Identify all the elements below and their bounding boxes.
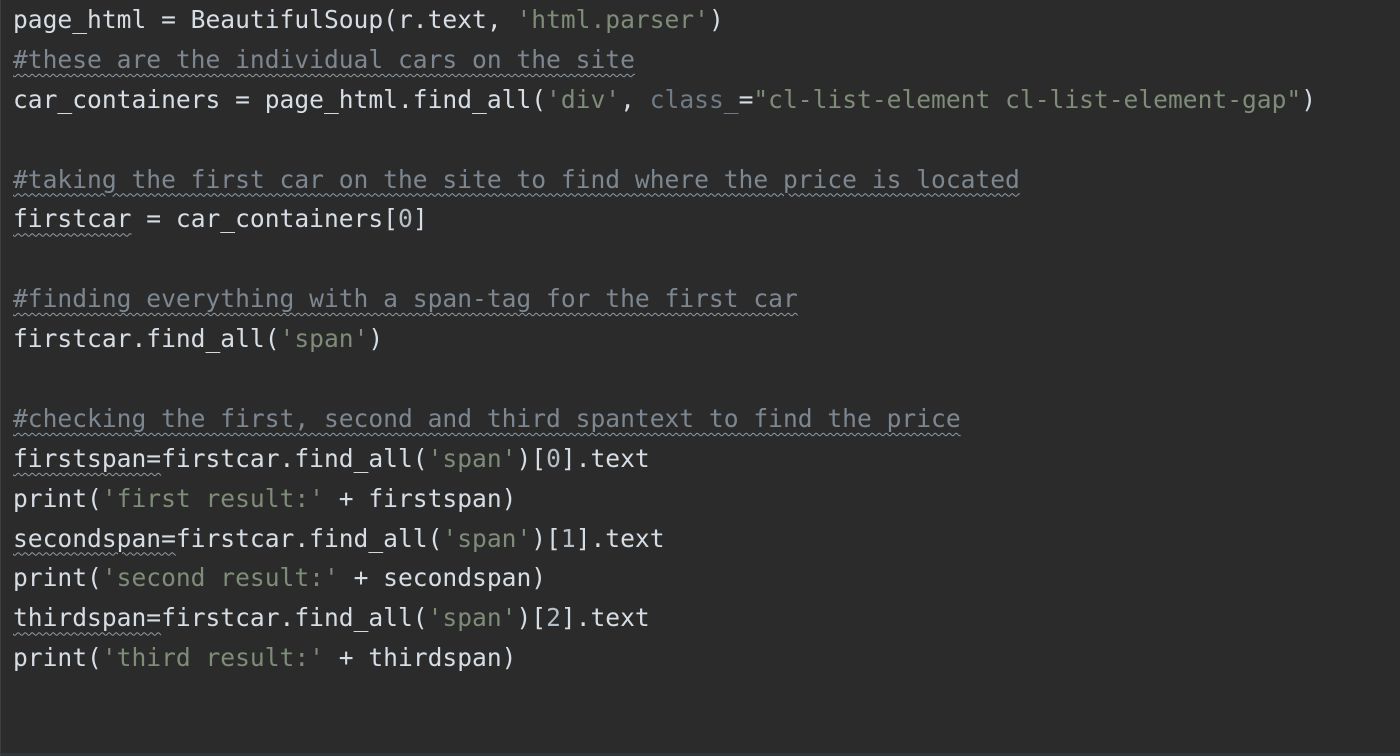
code-token-code: page_html = BeautifulSoup(r.text, — [13, 5, 517, 34]
code-line[interactable]: secondspan=firstcar.find_all('span')[1].… — [13, 519, 1400, 559]
code-token-code: firstcar — [13, 204, 132, 234]
code-token-str: 'first result:' — [101, 483, 324, 513]
code-token-code: firstcar.find_all( — [161, 443, 428, 473]
code-token-code: ].text — [560, 443, 650, 473]
code-token-str: 'span' — [279, 324, 369, 354]
code-token-cm: #these are the individual cars on the si… — [13, 44, 635, 74]
code-token-code: print( — [13, 483, 102, 513]
code-token-str: "cl-list-element cl-list-element-gap" — [753, 84, 1302, 114]
code-token-code: firstspan= — [13, 443, 162, 473]
code-token-str: 'span' — [427, 443, 517, 473]
code-token-code: ) — [1301, 84, 1317, 114]
code-token-code: + secondspan) — [338, 563, 547, 593]
blank-line[interactable] — [13, 359, 1400, 399]
code-line[interactable]: car_containers = page_html.find_all('div… — [13, 80, 1400, 120]
blank-line[interactable] — [13, 239, 1400, 279]
code-token-code: ].text — [560, 603, 650, 633]
code-area[interactable]: page_html = BeautifulSoup(r.text, 'html.… — [13, 0, 1400, 678]
code-token-code: print( — [13, 563, 102, 593]
code-token-str: 'html.parser' — [516, 5, 709, 34]
code-token-code: ] — [412, 204, 428, 234]
code-token-code: )[ — [516, 443, 547, 473]
code-line[interactable]: firstspan=firstcar.find_all('span')[0].t… — [13, 439, 1400, 479]
code-token-code: = car_containers[ — [131, 204, 398, 234]
code-token-code: firstcar.find_all( — [175, 523, 443, 553]
code-token-str: 'span' — [427, 603, 517, 633]
code-line[interactable]: #finding everything with a span-tag for … — [13, 279, 1400, 319]
code-token-code: thirdspan= — [13, 603, 162, 633]
code-line[interactable]: firstcar = car_containers[0] — [13, 199, 1400, 239]
code-token-code: print( — [13, 643, 102, 673]
code-token-code: )[ — [531, 523, 561, 553]
code-token-ln: 0 — [398, 204, 413, 234]
code-token-code: ) — [368, 324, 384, 354]
code-token-code: )[ — [516, 603, 547, 633]
code-token-code: = — [738, 84, 754, 114]
code-token-cm: #checking the first, second and third sp… — [13, 403, 961, 433]
code-token-code: , — [620, 84, 650, 114]
code-token-kw: class_ — [649, 84, 739, 114]
code-token-str: 'span' — [442, 523, 532, 553]
code-token-code: ) — [708, 5, 724, 34]
code-token-code: + thirdspan) — [323, 643, 517, 673]
code-token-str: 'second result:' — [101, 563, 339, 593]
code-token-code: firstcar.find_all( — [161, 603, 428, 633]
code-token-code: secondspan= — [13, 523, 176, 553]
code-token-code: + firstspan) — [323, 483, 517, 513]
code-token-str: 'third result:' — [101, 643, 324, 673]
code-token-code: car_containers = page_html.find_all( — [13, 84, 547, 114]
blank-line[interactable] — [13, 120, 1400, 160]
code-token-ln: 2 — [546, 603, 561, 633]
code-line[interactable]: print('third result:' + thirdspan) — [13, 638, 1400, 678]
code-line[interactable]: #these are the individual cars on the si… — [13, 40, 1400, 80]
code-line[interactable]: #taking the first car on the site to fin… — [13, 160, 1400, 200]
code-line[interactable]: #checking the first, second and third sp… — [13, 399, 1400, 439]
code-token-ln: 1 — [560, 523, 576, 553]
code-token-ln: 0 — [546, 443, 561, 473]
code-token-code: ].text — [575, 523, 665, 553]
code-line[interactable]: page_html = BeautifulSoup(r.text, 'html.… — [13, 0, 1400, 40]
code-line[interactable]: print('first result:' + firstspan) — [13, 479, 1400, 519]
code-token-code: firstcar.find_all( — [13, 324, 280, 354]
code-token-cm: #finding everything with a span-tag for … — [13, 284, 798, 314]
code-line[interactable]: firstcar.find_all('span') — [13, 319, 1400, 359]
code-token-cm: #taking the first car on the site to fin… — [13, 164, 1020, 194]
code-editor[interactable]: page_html = BeautifulSoup(r.text, 'html.… — [0, 0, 1400, 756]
code-line[interactable]: thirdspan=firstcar.find_all('span')[2].t… — [13, 598, 1400, 638]
code-token-str: 'div' — [546, 84, 621, 114]
code-line[interactable]: print('second result:' + secondspan) — [13, 558, 1400, 598]
